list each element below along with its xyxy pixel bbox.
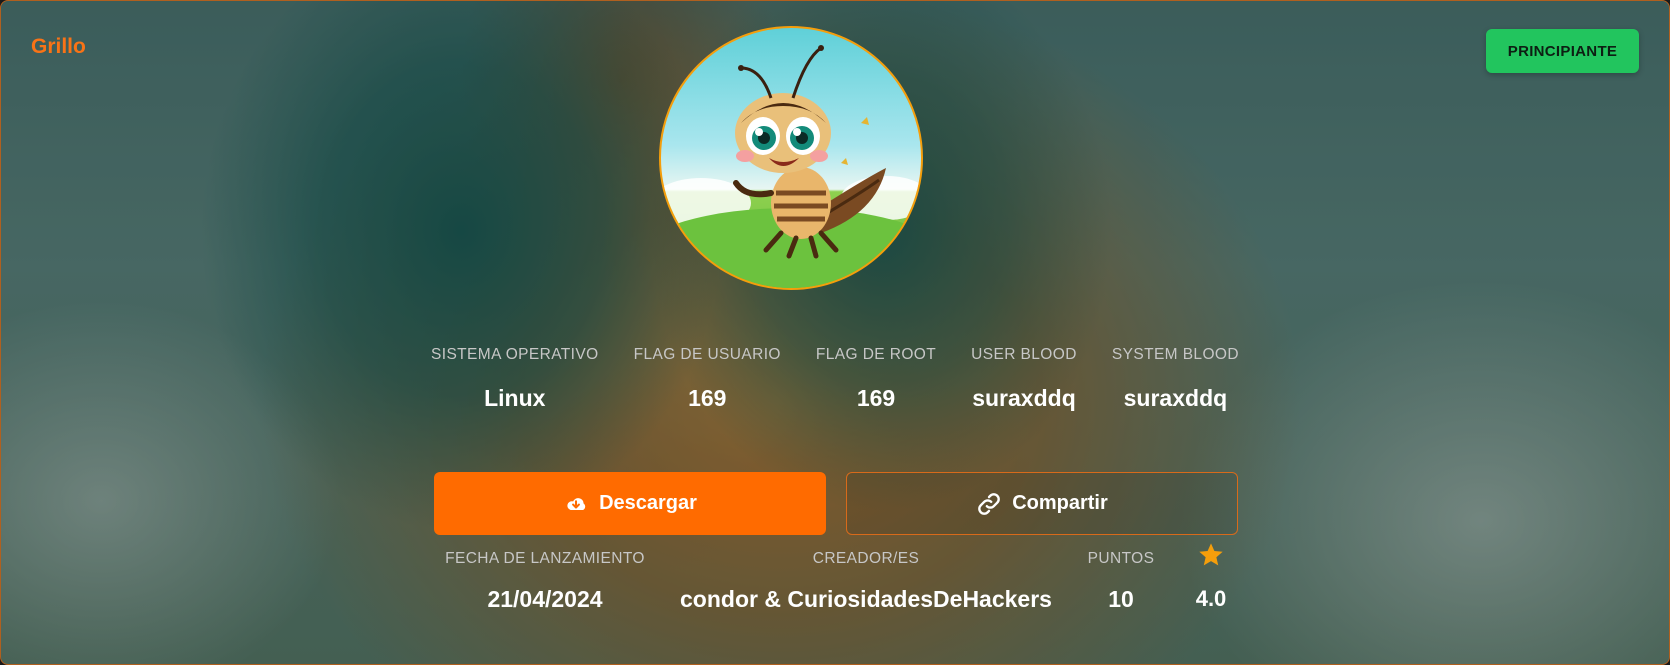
stat-label: USER BLOOD <box>971 346 1077 363</box>
release-date-block: FECHA DE LANZAMIENTO 21/04/2024 <box>421 548 669 613</box>
difficulty-badge: PRINCIPIANTE <box>1486 29 1639 73</box>
stat-user-blood: USER BLOOD suraxddq <box>971 346 1077 412</box>
stat-value: 169 <box>688 385 727 411</box>
stat-user-flag: FLAG DE USUARIO 169 <box>634 346 781 412</box>
machine-stats: SISTEMA OPERATIVO Linux FLAG DE USUARIO … <box>431 346 1239 412</box>
machine-card: Grillo PRINCIPIANTE SISTEMA OPERATIVO Li… <box>0 0 1670 665</box>
stat-value: suraxddq <box>972 385 1076 411</box>
star-icon <box>1199 543 1223 566</box>
creators-block: CREADOR/ES condor & CuriosidadesDeHacker… <box>666 548 1066 613</box>
stat-value: 169 <box>856 385 896 411</box>
stat-operating-system: SISTEMA OPERATIVO Linux <box>431 346 599 412</box>
stat-system-blood: SYSTEM BLOOD suraxddq <box>1112 346 1239 412</box>
download-label: Descargar <box>599 492 697 514</box>
share-label: Compartir <box>1012 492 1108 514</box>
stat-root-flag: FLAG DE ROOT 169 <box>816 346 936 412</box>
stat-label: FLAG DE USUARIO <box>633 346 781 363</box>
points-block: PUNTOS 10 <box>1071 548 1171 613</box>
stat-label: SISTEMA OPERATIVO <box>431 346 599 363</box>
share-button[interactable]: Compartir <box>846 472 1238 535</box>
machine-avatar <box>659 26 923 290</box>
points-label: PUNTOS <box>1087 550 1155 567</box>
rating-block: 4.0 <box>1171 541 1251 612</box>
release-date-value: 21/04/2024 <box>487 586 603 612</box>
release-date-label: FECHA DE LANZAMIENTO <box>445 550 645 567</box>
link-icon <box>978 492 1001 515</box>
creators-value: condor & CuriosidadesDeHackers <box>680 586 1052 612</box>
stat-value: Linux <box>484 385 546 411</box>
stat-label: FLAG DE ROOT <box>815 346 937 363</box>
machine-name: Grillo <box>31 35 86 58</box>
stat-label: SYSTEM BLOOD <box>1111 346 1239 363</box>
points-value: 10 <box>1108 586 1134 612</box>
stat-value: suraxddq <box>1123 385 1228 411</box>
rating-value: 4.0 <box>1195 586 1227 611</box>
cricket-illustration <box>661 45 921 288</box>
download-button[interactable]: Descargar <box>434 472 826 535</box>
cloud-download-icon <box>567 497 586 510</box>
creators-label: CREADOR/ES <box>812 550 920 567</box>
